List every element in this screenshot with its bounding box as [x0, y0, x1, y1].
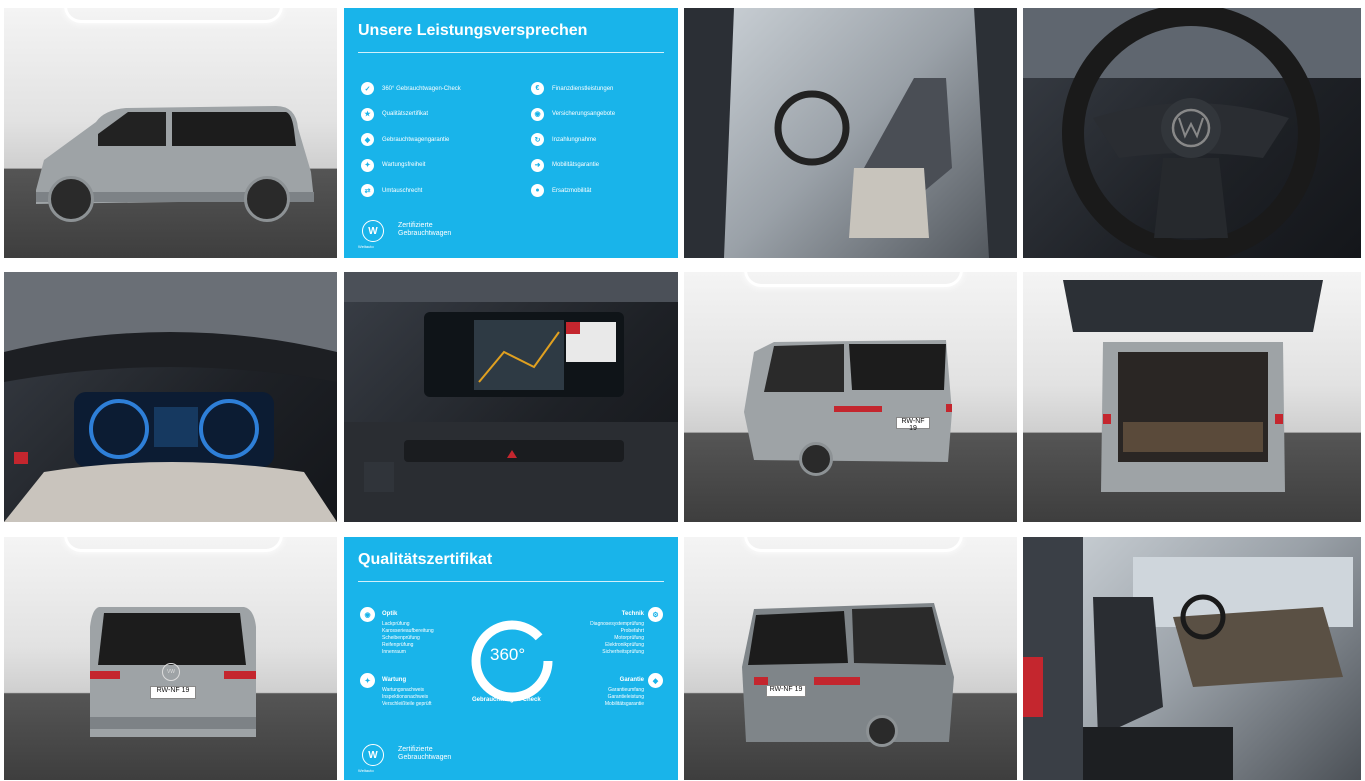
trade-in-icon: ↻	[531, 133, 544, 147]
vw-badge-icon: VW	[162, 663, 180, 681]
promo-qualitaetszertifikat[interactable]: Qualitätszertifikat 360° Gebrauchtwagen-…	[344, 537, 678, 780]
van-rear-right-illustration	[742, 603, 954, 742]
mobility-icon: ➜	[531, 158, 544, 172]
promo-item: ✓ 360° Gebrauchtwagen-Check	[361, 76, 511, 102]
gallery-photo-interior-seats[interactable]	[1023, 537, 1361, 780]
vw-logo-icon: W	[362, 220, 384, 242]
interior-cabin-illustration	[1023, 537, 1353, 780]
photo-gallery: Unsere Leistungsversprechen ✓ 360° Gebrau…	[0, 0, 1365, 781]
ring-value: 360°	[490, 645, 526, 664]
license-plate: RW-NF 19	[896, 417, 930, 432]
ceiling-light	[63, 8, 284, 23]
promo-list-left: ✓ 360° Gebrauchtwagen-Check ★ Qualitätszer…	[361, 76, 511, 204]
section-optik: Optik Lackprüfung Karosserieaufbereitung…	[382, 611, 434, 655]
divider	[358, 581, 664, 582]
promo-item: ◆ Gebrauchtwagengarantie	[361, 127, 511, 153]
infotainment-illustration	[344, 272, 678, 522]
promo-title: Unsere Leistungsversprechen	[358, 22, 588, 39]
promo-item: ⇄ Umtauschrecht	[361, 178, 511, 204]
promo-item: ◉ Versicherungsangebote	[531, 102, 678, 128]
technik-icon: ⚙	[648, 607, 663, 622]
section-garantie: Garantie Garantieumfang Garantieleistung…	[604, 677, 644, 707]
gallery-photo-infotainment[interactable]	[344, 272, 678, 522]
logo-subtext: Weltauto	[358, 244, 374, 249]
promo-list-right: € Finanzdienstleistungen ◉ Versicherungsan…	[531, 76, 678, 204]
wheel	[799, 442, 833, 476]
wrench-icon: ✦	[361, 158, 374, 172]
logo-caption: Zertifizierte Gebrauchtwagen	[398, 222, 452, 237]
wartung-icon: ✦	[360, 673, 375, 688]
insurance-icon: ◉	[531, 107, 544, 121]
gallery-photo-instrument-cluster[interactable]	[4, 272, 337, 522]
promo-item: ★ Qualitätszertifikat	[361, 102, 511, 128]
check-icon: ✓	[361, 82, 374, 96]
front-wheel	[48, 176, 94, 222]
van-rear-illustration	[90, 607, 256, 737]
promo-item: ↻ Inzahlungnahme	[531, 127, 678, 153]
gallery-photo-front-seats[interactable]	[684, 8, 1017, 258]
optik-icon: ◉	[360, 607, 375, 622]
car-icon: ●	[531, 184, 544, 198]
promo-item: € Finanzdienstleistungen	[531, 76, 678, 102]
promo-leistungsversprechen[interactable]: Unsere Leistungsversprechen ✓ 360° Gebrau…	[344, 8, 678, 258]
garantie-icon: ◆	[648, 673, 663, 688]
wheel	[866, 715, 898, 747]
logo-subtext: Weltauto	[358, 768, 374, 773]
gallery-photo-side-view[interactable]	[4, 8, 337, 258]
van-open-tailgate-illustration	[1063, 280, 1323, 492]
promo-item: ● Ersatzmobilität	[531, 178, 678, 204]
interior-seats-illustration	[684, 8, 1017, 258]
promo-item: ➜ Mobilitätsgarantie	[531, 153, 678, 179]
gallery-photo-steering-wheel[interactable]	[1023, 8, 1361, 258]
section-technik: Technik Diagnosesystemprüfung Probefahrt…	[590, 611, 644, 655]
van-rear-left-illustration	[744, 340, 952, 462]
license-plate: RW-NF 19	[150, 686, 196, 699]
ring-caption: Gebrauchtwagen-Check	[472, 697, 541, 703]
rear-wheel	[244, 176, 290, 222]
vw-logo-icon: W	[362, 744, 384, 766]
gallery-photo-rear-view[interactable]: VW RW-NF 19	[4, 537, 337, 780]
gallery-photo-rear-right[interactable]: RW-NF 19	[684, 537, 1017, 780]
steering-wheel-illustration	[1023, 8, 1361, 258]
promo-item: ✦ Wartungsfreiheit	[361, 153, 511, 179]
gallery-photo-rear-left[interactable]: RW-NF 19	[684, 272, 1017, 522]
license-plate: RW-NF 19	[766, 685, 806, 697]
shield-icon: ◆	[361, 133, 374, 147]
swap-icon: ⇄	[361, 184, 374, 198]
instrument-cluster-illustration	[4, 272, 337, 522]
divider	[358, 52, 664, 53]
certificate-icon: ★	[361, 107, 374, 121]
logo-caption: Zertifizierte Gebrauchtwagen	[398, 746, 452, 761]
promo-title: Qualitätszertifikat	[358, 551, 493, 568]
gallery-photo-open-tailgate[interactable]	[1023, 272, 1361, 522]
section-wartung: Wartung Wartungsnachweis Inspektionsnach…	[382, 677, 432, 707]
finance-icon: €	[531, 82, 544, 96]
